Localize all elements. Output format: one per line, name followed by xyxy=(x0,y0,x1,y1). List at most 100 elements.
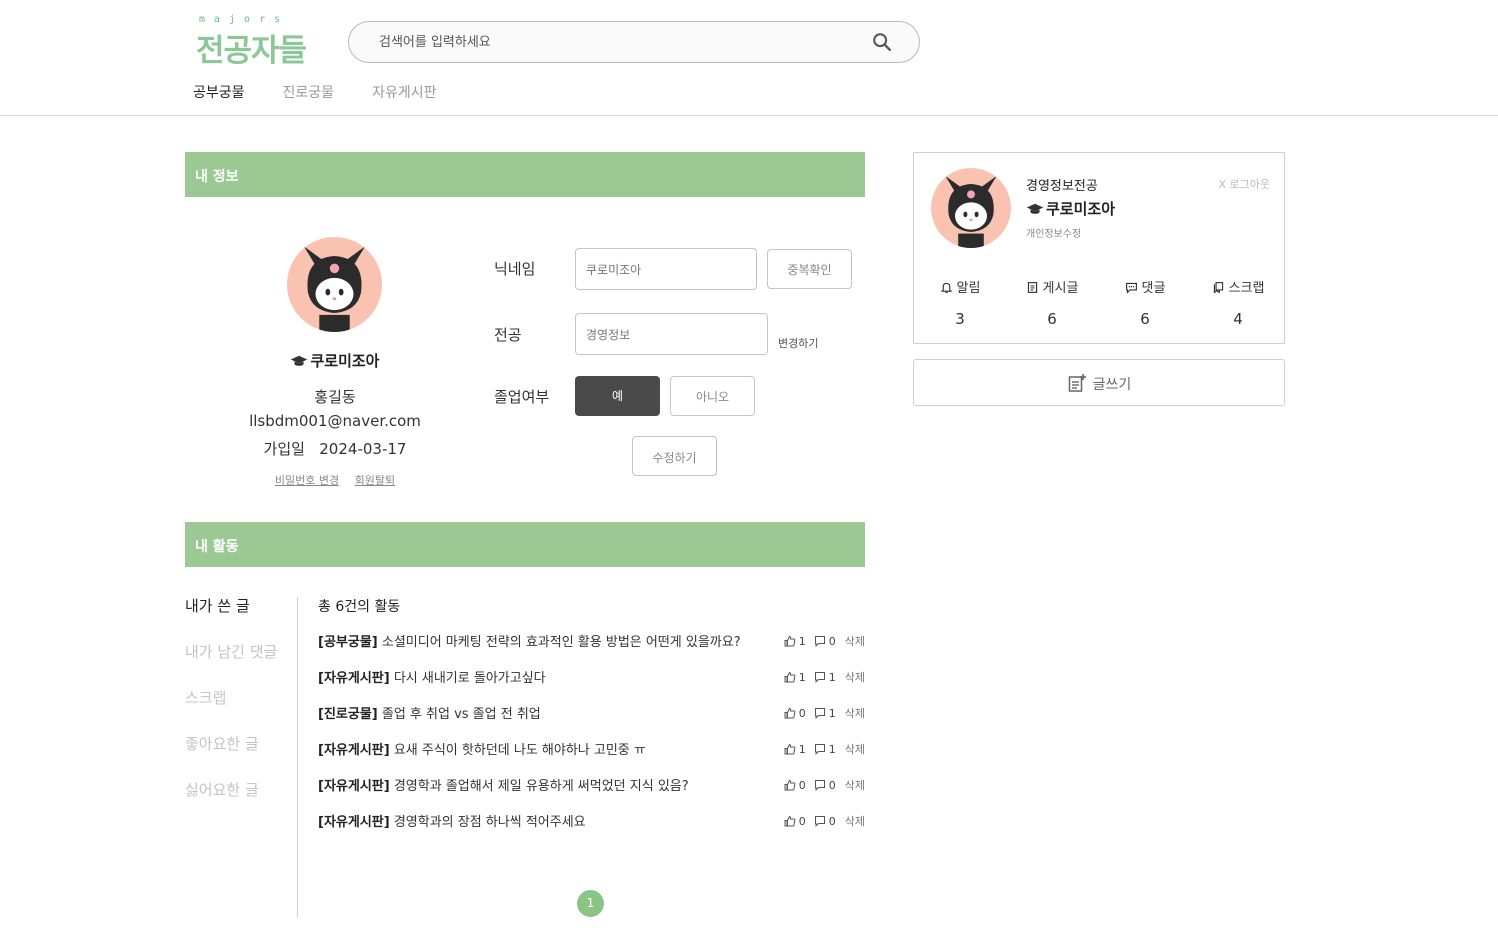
main-nav: 공부궁물 진로궁물 자유게시판 xyxy=(193,82,436,102)
comment-icon xyxy=(814,636,825,647)
profile-avatar xyxy=(287,237,382,332)
nav-study-questions[interactable]: 공부궁물 xyxy=(193,82,245,102)
post-board: [자유게시판] xyxy=(318,779,390,794)
post-meta: 1 1 삭제 xyxy=(784,669,865,685)
bell-icon xyxy=(940,282,952,293)
like-count: 1 xyxy=(798,634,806,648)
comment-icon xyxy=(814,816,825,827)
activity-total: 총 6건의 활동 xyxy=(318,599,401,615)
thumbs-up-icon xyxy=(784,779,796,791)
submit-edit-button[interactable]: 수정하기 xyxy=(632,436,717,476)
post-title: 경영학과의 장점 하나씩 적어주세요 xyxy=(393,815,586,830)
major-label: 전공 xyxy=(494,326,522,344)
post-title-link[interactable]: [자유게시판] 경영학과의 장점 하나씩 적어주세요 xyxy=(318,811,766,830)
post-list: [공부궁물] 소셜미디어 마케팅 전략의 효과적인 활용 방법은 어떤게 있을까… xyxy=(318,631,865,847)
delete-post-button[interactable]: 삭제 xyxy=(845,633,865,649)
post-title: 요새 주식이 핫하던데 나도 해야하나 고민중 ㅠ xyxy=(393,743,646,758)
logo-subtitle: majors xyxy=(199,14,290,25)
like-count: 0 xyxy=(798,706,806,720)
thumbs-up-icon xyxy=(784,671,796,683)
profile-email: llsbdm001@naver.com xyxy=(249,412,421,430)
write-post-icon xyxy=(1068,374,1086,392)
post-title: 경영학과 졸업해서 제일 유용하게 써먹었던 지식 있음? xyxy=(393,779,689,794)
post-meta: 0 1 삭제 xyxy=(784,705,865,721)
nickname-field[interactable] xyxy=(575,248,757,290)
post-title-link[interactable]: [자유게시판] 요새 주식이 핫하던데 나도 해야하나 고민중 ㅠ xyxy=(318,739,766,758)
my-activity-header: 내 활동 xyxy=(185,522,865,567)
post-title-link[interactable]: [자유게시판] 경영학과 졸업해서 제일 유용하게 써먹었던 지식 있음? xyxy=(318,775,766,794)
nav-career-questions[interactable]: 진로궁물 xyxy=(283,82,335,102)
logout-link[interactable]: X 로그아웃 xyxy=(1218,176,1270,192)
thumbs-up-icon xyxy=(784,707,796,719)
nickname-label: 닉네임 xyxy=(494,260,536,278)
delete-post-button[interactable]: 삭제 xyxy=(845,741,865,757)
activity-menu-my-comments[interactable]: 내가 남긴 댓글 xyxy=(185,641,277,687)
stat-label: 댓글 xyxy=(1141,281,1166,296)
stat-comments[interactable]: 댓글 6 xyxy=(1105,277,1185,328)
stat-notifications[interactable]: 알림 3 xyxy=(920,277,1000,328)
comment-count: 0 xyxy=(828,634,836,648)
graduation-cap-icon xyxy=(291,355,308,366)
pagination-page[interactable]: 1 xyxy=(577,890,604,917)
delete-post-button[interactable]: 삭제 xyxy=(845,777,865,793)
scrap-icon xyxy=(1213,282,1223,294)
post-title-link[interactable]: [자유게시판] 다시 새내기로 돌아가고싶다 xyxy=(318,667,766,686)
activity-menu-scraps[interactable]: 스크랩 xyxy=(185,687,277,733)
delete-post-button[interactable]: 삭제 xyxy=(845,669,865,685)
stat-notifications-label-row: 알림 xyxy=(920,277,1000,296)
join-date-value: 2024-03-17 xyxy=(319,440,407,458)
post-title-link[interactable]: [공부궁물] 소셜미디어 마케팅 전략의 효과적인 활용 방법은 어떤게 있을까… xyxy=(318,631,766,650)
post-meta: 0 0 삭제 xyxy=(784,813,865,829)
stat-label: 스크랩 xyxy=(1228,281,1265,296)
search-input[interactable] xyxy=(379,32,859,52)
activity-menu: 내가 쓴 글 내가 남긴 댓글 스크랩 좋아요한 글 싫어요한 글 xyxy=(185,595,277,825)
nav-free-board[interactable]: 자유게시판 xyxy=(372,82,436,102)
like-count: 1 xyxy=(798,670,806,684)
stat-posts[interactable]: 게시글 6 xyxy=(1012,277,1092,328)
post-row: [자유게시판] 다시 새내기로 돌아가고싶다 1 1 삭제 xyxy=(318,667,865,703)
post-row: [자유게시판] 경영학과의 장점 하나씩 적어주세요 0 0 삭제 xyxy=(318,811,865,847)
delete-post-button[interactable]: 삭제 xyxy=(845,813,865,829)
comment-count: 0 xyxy=(828,778,836,792)
check-duplicate-button[interactable]: 중복확인 xyxy=(767,249,852,289)
activity-menu-my-posts[interactable]: 내가 쓴 글 xyxy=(185,595,277,641)
profile-nickname-row: 쿠로미조아 xyxy=(185,350,485,371)
stat-scraps[interactable]: 스크랩 4 xyxy=(1198,277,1278,328)
thumbs-up-icon xyxy=(784,743,796,755)
write-post-button[interactable]: 글쓰기 xyxy=(913,359,1285,406)
post-board: [자유게시판] xyxy=(318,743,390,758)
comment-icon xyxy=(814,672,825,683)
activity-menu-disliked[interactable]: 싫어요한 글 xyxy=(185,779,277,825)
graduated-yes-button[interactable]: 예 xyxy=(575,376,660,416)
delete-post-button[interactable]: 삭제 xyxy=(845,705,865,721)
stat-count: 3 xyxy=(955,310,965,328)
side-nickname: 쿠로미조아 xyxy=(1046,200,1116,218)
comment-count: 1 xyxy=(828,706,836,720)
graduated-no-button[interactable]: 아니오 xyxy=(670,376,755,416)
side-major: 경영정보전공 xyxy=(1026,179,1098,194)
graduated-label: 졸업여부 xyxy=(494,388,550,406)
join-date-label: 가입일 xyxy=(263,440,305,458)
post-title-link[interactable]: [진로궁물] 졸업 후 취업 vs 졸업 전 취업 xyxy=(318,703,766,722)
post-board: [진로궁물] xyxy=(318,707,378,722)
post-meta: 1 1 삭제 xyxy=(784,741,865,757)
stat-count: 6 xyxy=(1047,310,1057,328)
change-major-link[interactable]: 변경하기 xyxy=(778,335,818,351)
post-board: [자유게시판] xyxy=(318,815,390,830)
logo-title: 전공자들 xyxy=(196,33,307,69)
activity-menu-liked[interactable]: 좋아요한 글 xyxy=(185,733,277,779)
major-field[interactable] xyxy=(575,313,768,355)
search-icon[interactable] xyxy=(871,31,893,53)
side-nickname-row: 쿠로미조아 xyxy=(1026,198,1115,219)
stat-label: 게시글 xyxy=(1042,281,1079,296)
withdraw-link[interactable]: 회원탈퇴 xyxy=(355,474,395,487)
account-links: 비밀번호 변경 회원탈퇴 xyxy=(185,472,485,488)
post-title: 졸업 후 취업 vs 졸업 전 취업 xyxy=(381,707,541,722)
edit-profile-link[interactable]: 개인정보수정 xyxy=(1026,225,1081,240)
stat-count: 6 xyxy=(1140,310,1150,328)
user-summary-card: 경영정보전공 쿠로미조아 개인정보수정 X 로그아웃 알림 3 게시글 6 댓글… xyxy=(913,152,1285,344)
graduation-cap-icon xyxy=(1026,203,1044,214)
site-header: majors 전공자들 공부궁물 진로궁물 자유게시판 xyxy=(0,0,1498,116)
site-logo[interactable]: majors 전공자들 xyxy=(196,14,316,69)
change-password-link[interactable]: 비밀번호 변경 xyxy=(275,474,339,487)
